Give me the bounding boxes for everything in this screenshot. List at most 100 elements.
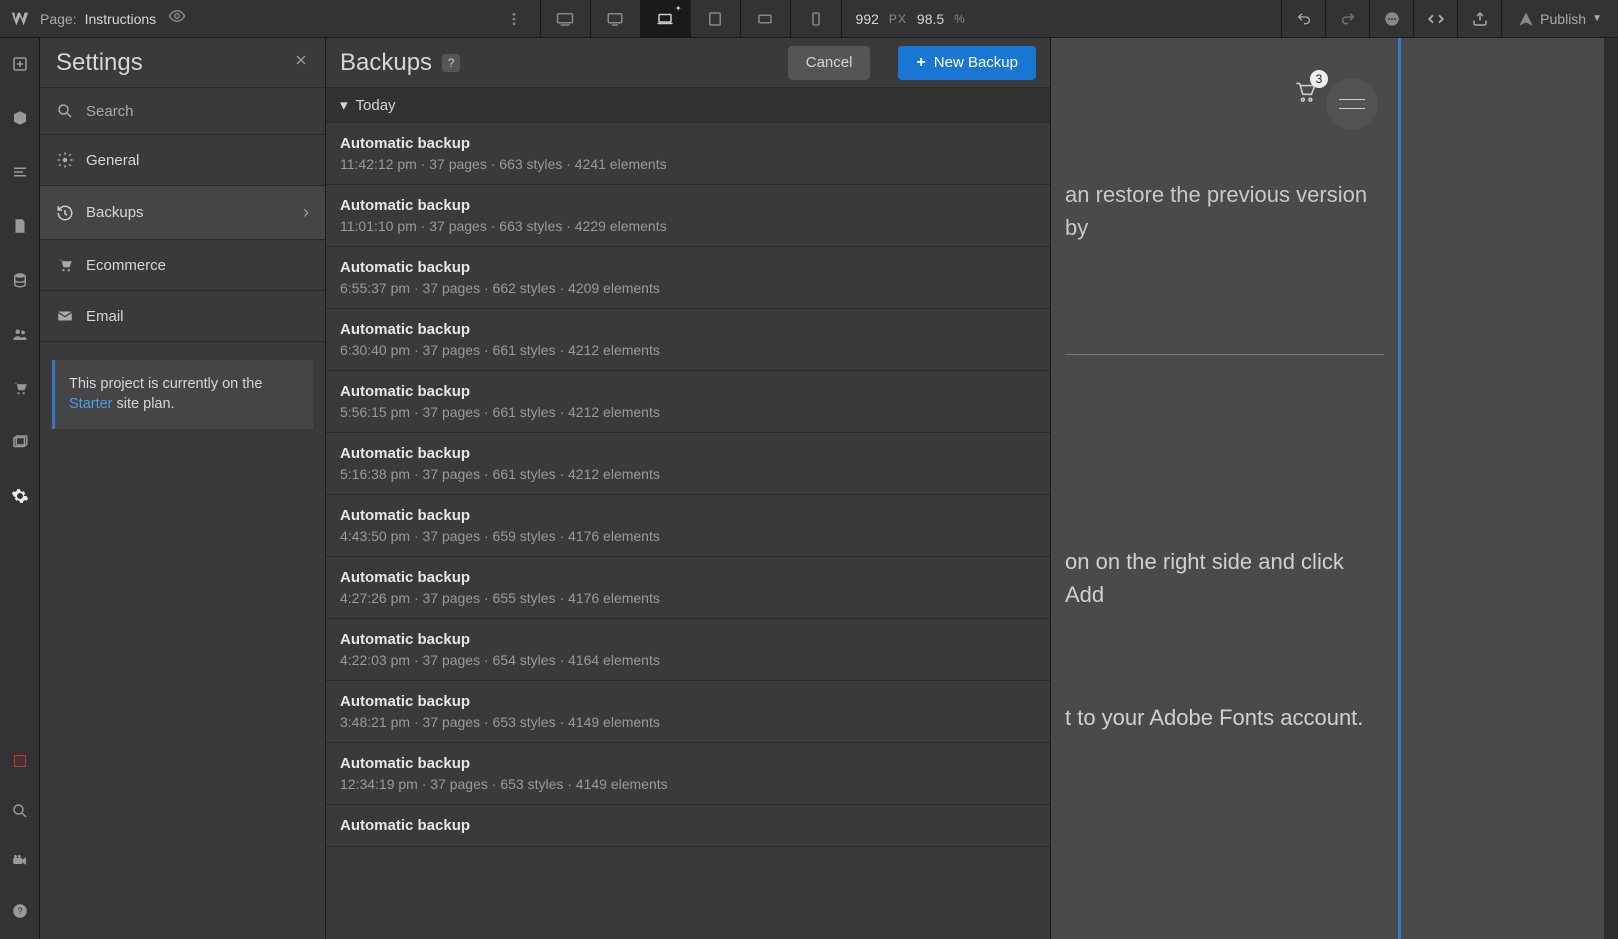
redo-button[interactable] — [1325, 0, 1369, 37]
breakpoint-laptop[interactable]: ✦ — [641, 0, 691, 37]
backup-row-meta: 4:27:26 pm · 37 pages · 655 styles · 417… — [340, 590, 1036, 606]
backup-row-title: Automatic backup — [340, 445, 1036, 462]
backup-row-title: Automatic backup — [340, 693, 1036, 710]
backup-row-meta: 12:34:19 pm · 37 pages · 653 styles · 41… — [340, 776, 1036, 792]
breakpoint-phone-landscape[interactable] — [741, 0, 791, 37]
preview-toggle-icon[interactable] — [168, 7, 186, 30]
settings-panel: Settings Search General Backups › Ecomme… — [40, 38, 326, 939]
publish-button[interactable]: Publish ▼ — [1501, 0, 1618, 37]
backup-row-meta: 11:01:10 pm · 37 pages · 663 styles · 42… — [340, 218, 1036, 234]
cart-icon[interactable]: 3 — [1292, 78, 1318, 110]
backup-row-title: Automatic backup — [340, 631, 1036, 648]
breakpoint-tablet[interactable] — [691, 0, 741, 37]
backup-row[interactable]: Automatic backup — [326, 805, 1050, 847]
navigator-icon[interactable] — [0, 156, 40, 188]
ecommerce-icon[interactable] — [0, 372, 40, 404]
backup-row[interactable]: Automatic backup11:42:12 pm · 37 pages ·… — [326, 123, 1050, 185]
backup-row[interactable]: Automatic backup 4:43:50 pm · 37 pages · … — [326, 495, 1050, 557]
settings-search[interactable]: Search — [40, 88, 325, 135]
backup-row-title: Automatic backup — [340, 321, 1036, 338]
left-rail: ? — [0, 38, 40, 939]
publish-label: Publish — [1540, 11, 1586, 27]
undo-button[interactable] — [1281, 0, 1325, 37]
backup-row[interactable]: Automatic backup4:27:26 pm · 37 pages · … — [326, 557, 1050, 619]
page-name: Instructions — [85, 11, 157, 27]
canvas-text3: t to your Adobe Fonts account. — [1065, 701, 1384, 734]
breakpoint-switcher: ✦ — [540, 0, 842, 37]
breakpoint-xl-desktop[interactable] — [541, 0, 591, 37]
cms-icon[interactable] — [0, 264, 40, 296]
backup-row[interactable]: Automatic backup 4:22:03 pm · 37 pages · … — [326, 619, 1050, 681]
backup-group-header[interactable]: ▾ Today — [326, 88, 1050, 123]
help-badge[interactable]: ? — [442, 54, 460, 72]
backup-row[interactable]: Automatic backup 5:56:15 pm · 37 pages · … — [326, 371, 1050, 433]
breakpoint-desktop[interactable] — [591, 0, 641, 37]
backup-list[interactable]: Automatic backup11:42:12 pm · 37 pages ·… — [326, 123, 1050, 939]
add-elements-icon[interactable] — [0, 48, 40, 80]
settings-item-label: Ecommerce — [86, 257, 166, 274]
svg-text:?: ? — [17, 906, 22, 916]
assets-icon[interactable] — [0, 426, 40, 458]
canvas[interactable]: 3 an restore the previous version by on … — [1051, 38, 1618, 939]
users-icon[interactable] — [0, 318, 40, 350]
backup-row-meta: 4:43:50 pm · 37 pages · 659 styles · 417… — [340, 528, 1036, 544]
chevron-right-icon: › — [303, 202, 309, 223]
group-label: Today — [356, 97, 396, 114]
page-label: Page: — [40, 11, 77, 27]
backup-row-meta: 5:56:15 pm · 37 pages · 661 styles · 421… — [340, 404, 1036, 420]
page-selector[interactable]: Page: Instructions — [40, 11, 156, 27]
export-icon[interactable] — [1457, 0, 1501, 37]
breakpoint-phone[interactable] — [791, 0, 841, 37]
cancel-label: Cancel — [806, 54, 853, 71]
backup-row-meta: 5:16:38 pm · 37 pages · 661 styles · 421… — [340, 466, 1036, 482]
code-icon[interactable] — [1413, 0, 1457, 37]
backup-row-meta: 6:55:37 pm · 37 pages · 662 styles · 420… — [340, 280, 1036, 296]
settings-item-label: General — [86, 152, 139, 169]
close-icon[interactable] — [293, 52, 309, 73]
cancel-button[interactable]: Cancel — [788, 46, 871, 80]
canvas-width-unit: PX — [889, 12, 907, 26]
settings-icon[interactable] — [0, 480, 40, 512]
right-scrollbar[interactable] — [1604, 38, 1618, 939]
settings-item-ecommerce[interactable]: Ecommerce — [40, 240, 325, 291]
backup-row[interactable]: Automatic backup 6:30:40 pm · 37 pages · … — [326, 309, 1050, 371]
add-breakpoint-menu[interactable] — [488, 0, 540, 37]
caret-down-icon: ▾ — [340, 96, 348, 114]
settings-item-email[interactable]: Email — [40, 291, 325, 342]
canvas-page[interactable]: 3 an restore the previous version by on … — [1051, 38, 1401, 939]
pages-icon[interactable] — [0, 210, 40, 242]
new-backup-label: New Backup — [934, 54, 1018, 71]
settings-item-label: Backups — [86, 204, 144, 221]
backup-row-title: Automatic backup — [340, 507, 1036, 524]
search-label: Search — [86, 103, 134, 120]
comments-icon[interactable] — [1369, 0, 1413, 37]
backup-row-meta: 6:30:40 pm · 37 pages · 661 styles · 421… — [340, 342, 1036, 358]
audit-icon[interactable] — [0, 745, 40, 777]
backup-row[interactable]: Automatic backup6:55:37 pm · 37 pages · … — [326, 247, 1050, 309]
backup-row-title: Automatic backup — [340, 135, 1036, 152]
settings-title: Settings — [56, 49, 143, 77]
zoom-value: 98.5 — [917, 11, 944, 27]
backup-row-title: Automatic backup — [340, 383, 1036, 400]
backup-row[interactable]: Automatic backup12:34:19 pm · 37 pages ·… — [326, 743, 1050, 805]
search-icon[interactable] — [0, 795, 40, 827]
backup-row-meta: 3:48:21 pm · 37 pages · 653 styles · 414… — [340, 714, 1036, 730]
backup-row-meta: 4:22:03 pm · 37 pages · 654 styles · 416… — [340, 652, 1036, 668]
backup-row[interactable]: Automatic backup 3:48:21 pm · 37 pages · … — [326, 681, 1050, 743]
webflow-logo[interactable] — [0, 8, 40, 30]
hamburger-menu-icon[interactable] — [1326, 78, 1378, 130]
video-icon[interactable] — [0, 845, 40, 877]
settings-item-backups[interactable]: Backups › — [40, 186, 325, 240]
settings-item-general[interactable]: General — [40, 135, 325, 186]
breakpoint-info[interactable]: 992 PX 98.5 % — [842, 11, 980, 27]
canvas-text2: on on the right side and click Add — [1065, 545, 1384, 611]
backup-row[interactable]: Automatic backup 5:16:38 pm · 37 pages · … — [326, 433, 1050, 495]
new-backup-button[interactable]: + New Backup — [898, 46, 1036, 80]
plan-notice: This project is currently on the Starter… — [52, 360, 313, 429]
canvas-divider — [1065, 354, 1384, 355]
plan-text-prefix: This project is currently on the — [69, 376, 262, 392]
components-icon[interactable] — [0, 102, 40, 134]
backup-row[interactable]: Automatic backup11:01:10 pm · 37 pages ·… — [326, 185, 1050, 247]
plan-link[interactable]: Starter — [69, 396, 113, 412]
help-icon[interactable]: ? — [0, 895, 40, 927]
